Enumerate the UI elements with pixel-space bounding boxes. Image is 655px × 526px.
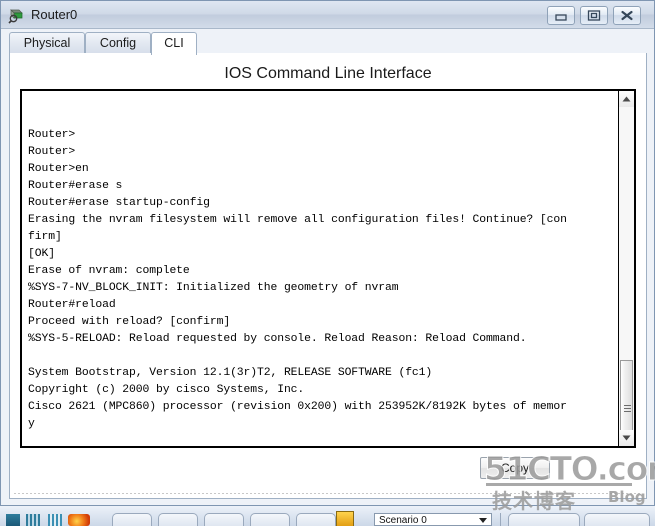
router-icon <box>8 9 23 24</box>
app-icon-2[interactable] <box>26 514 40 526</box>
scroll-up-icon <box>622 96 631 102</box>
app-icon-fire[interactable] <box>68 514 90 526</box>
app-toolbar-button-6[interactable] <box>508 513 580 526</box>
tab-cli[interactable]: CLI <box>151 32 197 55</box>
app-strip-indicator <box>336 511 354 526</box>
scrollbar-track[interactable] <box>619 107 634 446</box>
app-toolbar-button-7[interactable] <box>584 513 650 526</box>
scrollbar-grip-icon <box>624 405 631 412</box>
app-toolbar-button-4[interactable] <box>250 513 290 526</box>
router-dialog-window: Router0 Physical Config CLI IOS Command … <box>0 0 655 506</box>
scenario-dropdown[interactable]: Scenario 0 <box>374 513 492 526</box>
cli-panel: IOS Command Line Interface Router> Route… <box>9 53 647 499</box>
app-toolbar-button-3[interactable] <box>204 513 244 526</box>
app-icon-3[interactable] <box>48 514 62 526</box>
scroll-down-icon <box>622 435 631 441</box>
scroll-up-button[interactable] <box>619 91 634 107</box>
tab-bar: Physical Config CLI <box>1 29 654 55</box>
cli-terminal-text: Router> Router> Router>en Router#erase s… <box>28 129 567 430</box>
window-titlebar[interactable]: Router0 <box>1 1 654 29</box>
cli-terminal[interactable]: Router> Router> Router>en Router#erase s… <box>20 89 636 448</box>
tab-physical[interactable]: Physical <box>9 32 85 54</box>
close-button[interactable] <box>613 6 641 25</box>
minimize-icon <box>555 14 567 21</box>
terminal-scrollbar[interactable] <box>618 91 634 446</box>
panel-divider <box>14 493 642 494</box>
copy-button[interactable]: Copy <box>480 457 550 479</box>
maximize-icon <box>587 10 601 21</box>
app-toolbar-button-2[interactable] <box>158 513 198 526</box>
close-icon <box>621 10 633 21</box>
scroll-down-button[interactable] <box>619 430 634 446</box>
background-app-taskbar: Scenario 0 <box>0 504 655 526</box>
maximize-button[interactable] <box>580 6 608 25</box>
chevron-down-icon <box>479 518 487 523</box>
page-title: IOS Command Line Interface <box>224 65 432 82</box>
app-toolbar-button-1[interactable] <box>112 513 152 526</box>
window-title: Router0 <box>31 7 78 22</box>
tab-config[interactable]: Config <box>85 32 151 54</box>
app-icon-1[interactable] <box>6 514 20 526</box>
scenario-label: Scenario 0 <box>379 515 427 526</box>
app-strip-divider-1 <box>500 513 501 526</box>
minimize-button[interactable] <box>547 6 575 25</box>
app-toolbar-button-5[interactable] <box>296 513 336 526</box>
desktop-background: Scenario 0 Router0 Physical Config CLI I… <box>0 0 655 526</box>
